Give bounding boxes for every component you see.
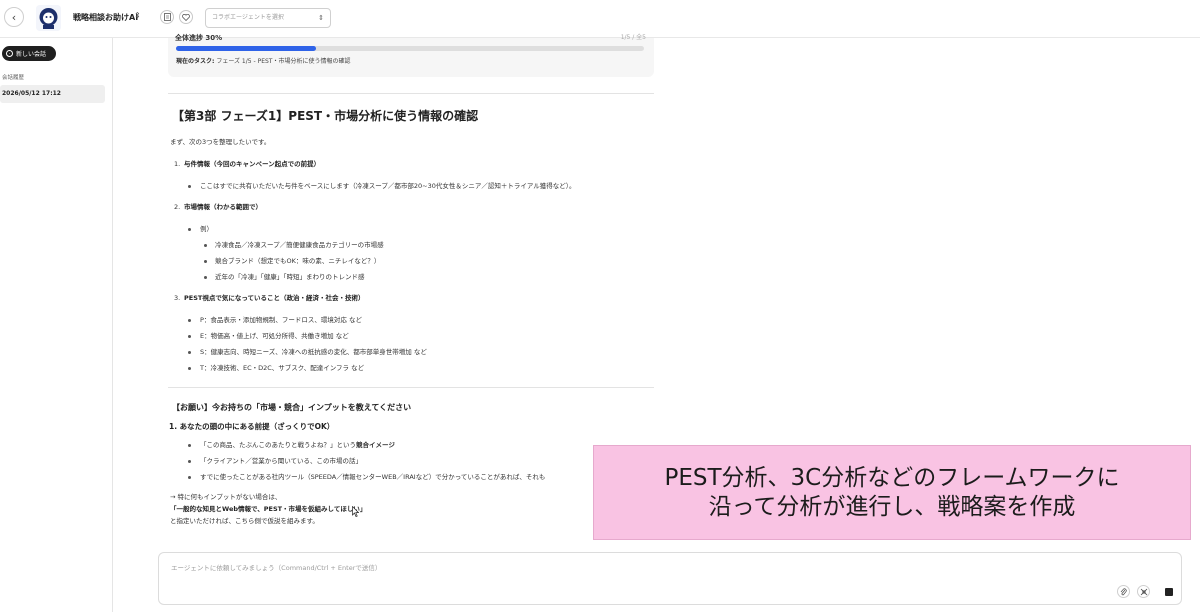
mouse-cursor-icon bbox=[352, 506, 359, 517]
list-item-bold: 競合イメージ bbox=[356, 441, 395, 449]
bullet-dot bbox=[204, 276, 207, 279]
divider bbox=[168, 387, 654, 388]
bullet-dot bbox=[188, 367, 191, 370]
chat-bubble-icon: · bbox=[6, 50, 13, 57]
current-task-value: フェーズ 1/5 - PEST・市場分析に使う情報の確認 bbox=[216, 58, 351, 65]
list-item: ここはすでに共有いただいた与件をベースにします（冷凍スープ／都市部20~30代女… bbox=[200, 182, 576, 190]
history-label: 会話履歴 bbox=[2, 75, 25, 81]
list-item: S：健康志向、時短ニーズ、冷凍への抵抗感の変化、都市部単身世帯増加 など bbox=[200, 348, 427, 356]
list-item-text: 「この商品、たぶんこのあたりと戦うよね？」という bbox=[200, 441, 356, 449]
progress-card: 全体進捗 30% 1/5 / 全5 現在のタスク: フェーズ 1/5 - PES… bbox=[168, 34, 654, 77]
bullet-dot bbox=[188, 460, 191, 463]
list-item: 例） bbox=[200, 225, 213, 233]
back-button[interactable]: ‹ bbox=[4, 7, 24, 27]
list-item: E：物価高・値上げ、可処分所得、共働き増加 など bbox=[200, 332, 349, 340]
send-button[interactable] bbox=[1165, 588, 1173, 596]
list-item: すでに使ったことがある社内ツール（SPEEDA／情報センターWEB／IRAIなど… bbox=[200, 473, 545, 481]
agent-select-placeholder: コラボエージェントを選択 bbox=[212, 14, 284, 21]
bullet-dot bbox=[188, 351, 191, 354]
item-number: 1. bbox=[174, 160, 181, 168]
app-logo bbox=[36, 5, 61, 31]
bullet-dot bbox=[188, 319, 191, 322]
attach-button[interactable] bbox=[1117, 585, 1130, 598]
list-item: 冷凍食品／冷凍スープ／簡便健康食品カテゴリーの市場感 bbox=[215, 241, 384, 249]
item-title: 市場情報（わかる範囲で） bbox=[184, 203, 262, 211]
sidebar: · 新しい会話 会話履歴 2026/05/12 17:12 bbox=[0, 38, 113, 612]
lion-logo-icon bbox=[36, 5, 61, 31]
list-item: 近年の「冷凍」「健康」「時短」まわりのトレンド感 bbox=[215, 273, 365, 281]
fallback-text: → 特に何もインプットがない場合は、 bbox=[170, 493, 282, 501]
current-task: 現在のタスク: フェーズ 1/5 - PEST・市場分析に使う情報の確認 bbox=[176, 58, 350, 66]
progress-label: 全体進捗 30% bbox=[175, 34, 223, 42]
collab-agent-select[interactable]: コラボエージェントを選択 ⇕ bbox=[205, 8, 331, 28]
select-chevron-icon: ⇕ bbox=[318, 14, 324, 22]
bullet-dot bbox=[204, 260, 207, 263]
favorite-button[interactable] bbox=[179, 10, 193, 24]
item-title: PEST視点で気になっていること（政治・経済・社会・技術） bbox=[184, 294, 365, 302]
current-task-label: 現在のタスク: bbox=[176, 58, 215, 65]
list-item: T：冷凍技術、EC・D2C、サブスク、配達インフラ など bbox=[200, 364, 365, 372]
paperclip-icon bbox=[1120, 588, 1127, 595]
chat-message: 全体進捗 30% 1/5 / 全5 現在のタスク: フェーズ 1/5 - PES… bbox=[168, 34, 654, 538]
caption-line: PEST分析、3C分析などのフレームワークに bbox=[664, 464, 1120, 491]
heart-icon bbox=[182, 13, 190, 21]
app-title[interactable]: 戦略相談お助けAI bbox=[73, 12, 138, 23]
bullet-dot bbox=[204, 244, 207, 247]
section-title: 【第3部 フェーズ1】PEST・市場分析に使う情報の確認 bbox=[172, 109, 479, 123]
list-item: 競合ブランド（想定でもOK：味の素、ニチレイなど？） bbox=[215, 257, 381, 265]
progress-bar-fill bbox=[176, 46, 317, 51]
item-number: 3. bbox=[174, 294, 181, 302]
document-button[interactable] bbox=[160, 10, 174, 24]
caption-line: 沿って分析が進行し、戦略案を作成 bbox=[708, 493, 1076, 520]
item-title: 与件情報（今回のキャンペーン起点での前提） bbox=[184, 160, 321, 168]
message-input-placeholder: エージェントに依頼してみましょう（Command/Ctrl + Enterで送信… bbox=[171, 564, 382, 572]
list-item-text: 「クライアント／営業から聞いている、この市場の話」 bbox=[200, 457, 363, 465]
list-item-text: すでに使ったことがある社内ツール（SPEEDA／情報センターWEB／IRAIなど… bbox=[200, 473, 546, 481]
divider bbox=[168, 93, 654, 94]
fallback-text: と指定いただければ、こちら側で仮説を組みます。 bbox=[170, 517, 319, 525]
chevron-left-icon: ‹ bbox=[11, 10, 17, 24]
tools-button[interactable] bbox=[1137, 585, 1150, 598]
bullet-dot bbox=[188, 335, 191, 338]
history-item[interactable]: 2026/05/12 17:12 bbox=[0, 85, 105, 103]
new-chat-label: 新しい会話 bbox=[16, 51, 47, 58]
progress-bar bbox=[176, 46, 644, 51]
app-switch-chevron-icon[interactable]: ⇕ bbox=[134, 11, 141, 20]
bullet-dot bbox=[188, 185, 191, 188]
caption-overlay: PEST分析、3C分析などのフレームワークに 沿って分析が進行し、戦略案を作成 bbox=[593, 445, 1191, 540]
progress-step-count: 1/5 / 全5 bbox=[620, 34, 646, 41]
document-icon bbox=[163, 13, 171, 21]
new-chat-button[interactable]: · 新しい会話 bbox=[2, 46, 56, 61]
bullet-dot bbox=[188, 444, 191, 447]
list-item: 「クライアント／営業から聞いている、この市場の話」 bbox=[200, 457, 362, 465]
fallback-quote: 「一般的な知見とWeb情報で、PEST・市場を仮組みしてほしい」 bbox=[170, 505, 367, 513]
top-bar: ‹ 戦略相談お助けAI ⇕ コラボエージェントを選択 ⇕ bbox=[0, 0, 1200, 38]
item-number: 2. bbox=[174, 203, 181, 211]
request-sub-title: 1. あなたの頭の中にある前提（ざっくりでOK） bbox=[169, 422, 335, 431]
list-item: 「この商品、たぶんこのあたりと戦うよね？」という競合イメージ bbox=[200, 441, 395, 449]
intro-text: まず、次の3つを整理したいです。 bbox=[170, 138, 271, 146]
bullet-dot bbox=[188, 228, 191, 231]
list-item: P：食品表示・添加物規制、フードロス、環境対応 など bbox=[200, 316, 362, 324]
bullet-dot bbox=[188, 476, 191, 479]
request-title: 【お願い】今お持ちの「市場・競合」インプットを教えてください bbox=[172, 403, 412, 412]
message-input[interactable]: エージェントに依頼してみましょう（Command/Ctrl + Enterで送信… bbox=[158, 552, 1182, 605]
tools-icon bbox=[1140, 588, 1147, 595]
